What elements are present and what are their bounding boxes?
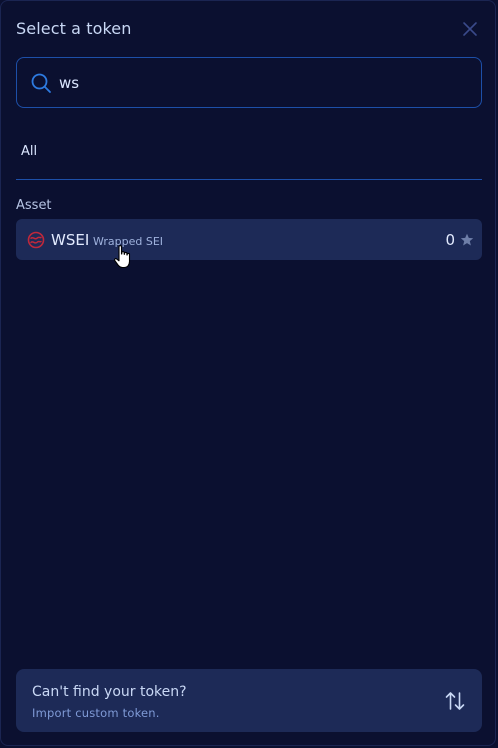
import-subtitle: Import custom token. [32,706,160,720]
token-name: Wrapped SEI [93,235,164,248]
search-box[interactable] [16,57,482,108]
modal-title: Select a token [16,19,132,38]
section-label-asset: Asset [16,198,52,213]
token-balance: 0 [445,231,455,249]
sei-logo-icon [27,231,45,249]
tab-all[interactable]: All [21,144,37,159]
token-row[interactable]: WSEI Wrapped SEI 0 [16,219,482,260]
search-input[interactable] [59,58,469,107]
swap-arrows-icon [444,690,466,712]
close-icon[interactable] [461,20,479,38]
import-custom-token-card[interactable]: Can't find your token? Import custom tok… [16,669,482,732]
star-icon[interactable] [460,232,474,246]
token-symbol: WSEI [51,231,90,249]
search-icon [30,72,52,94]
import-title: Can't find your token? [32,684,187,700]
tab-bar: All [16,129,482,180]
token-select-modal: Select a token All Asset WSEI Wrapped SE… [0,0,496,746]
